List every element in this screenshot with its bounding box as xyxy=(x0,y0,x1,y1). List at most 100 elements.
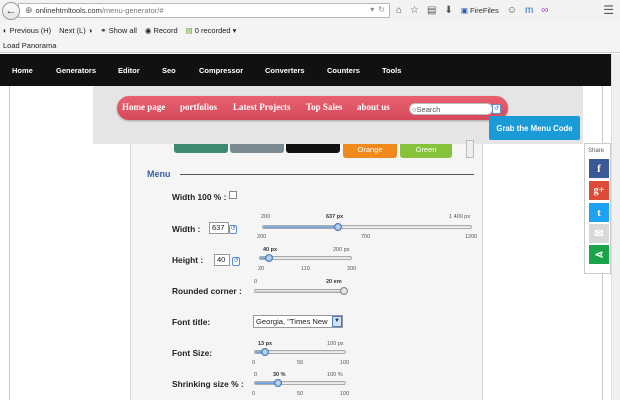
twitter-share-button[interactable]: t xyxy=(589,203,609,222)
share-label: Share xyxy=(588,148,605,154)
show-all-button[interactable]: ⚭ Show all xyxy=(100,26,137,35)
hamburger-menu-icon[interactable]: ☰ xyxy=(603,3,614,17)
list-icon: ▤ xyxy=(185,25,193,35)
previous-button[interactable]: ◐ Previous (H) xyxy=(3,26,51,35)
google-plus-share-button[interactable]: g+ xyxy=(589,181,609,200)
width-input[interactable]: 637 xyxy=(209,222,229,234)
back-arrow-icon: ← xyxy=(5,5,17,17)
url-bar[interactable]: ⊕ onlinehtmltools.com/menu-generator/# ▾… xyxy=(18,3,390,18)
section-divider xyxy=(180,174,474,175)
demo-search-button[interactable]: ↺ xyxy=(492,104,501,114)
font-size-max-label: 100 px xyxy=(327,341,344,347)
rounded-corner-slider-value: 20 em xyxy=(326,279,342,285)
nav-seo[interactable]: Seo xyxy=(162,66,176,75)
font-size-slider-handle[interactable] xyxy=(261,348,269,356)
grab-menu-code-button[interactable]: Grab the Menu Code xyxy=(489,116,580,140)
width-label: Width : xyxy=(172,224,201,234)
width-slider-track[interactable] xyxy=(262,225,472,229)
facebook-share-button[interactable]: f xyxy=(589,159,609,178)
record-button[interactable]: ◉ Record xyxy=(145,26,178,35)
nav-converters[interactable]: Converters xyxy=(265,66,305,75)
page-scrollbar[interactable] xyxy=(611,54,620,400)
addon-glasses-icon[interactable]: ∞ xyxy=(541,5,548,16)
rounded-corner-slider-track[interactable] xyxy=(254,289,346,293)
font-title-select[interactable]: Georgia, "Times New xyxy=(253,315,343,328)
shrinking-size-tick-50: 50 xyxy=(297,391,304,397)
color-swatch-grey[interactable] xyxy=(230,144,284,153)
site-navigation: Home Generators Editor Seo Compressor Co… xyxy=(0,54,611,86)
nav-counters[interactable]: Counters xyxy=(327,66,360,75)
shrinking-size-slider-track[interactable] xyxy=(254,381,346,385)
recorded-dropdown[interactable]: ▤ 0 recorded ▾ xyxy=(186,26,237,35)
bookmark-star-icon[interactable]: ☆ xyxy=(410,5,419,16)
page-border-left xyxy=(9,86,10,400)
demo-menu-latest-projects[interactable]: Latest Projects xyxy=(233,102,291,112)
height-slider-handle[interactable] xyxy=(265,254,273,262)
dropdown-arrow-icon[interactable]: ▾ xyxy=(370,5,374,14)
firefiles-button[interactable]: ▣ FireFiles xyxy=(461,6,499,15)
circle-arrow-icon: ◐ xyxy=(3,25,8,35)
globe-icon: ⊕ xyxy=(25,5,33,15)
height-apply-icon[interactable]: ↺ xyxy=(232,257,240,266)
demo-menu-portfolios[interactable]: portfolios xyxy=(180,102,217,112)
nav-compressor[interactable]: Compressor xyxy=(199,66,243,75)
browser-toolbar: ⊕ onlinehtmltools.com/menu-generator/# ▾… xyxy=(0,0,620,21)
font-title-label: Font title: xyxy=(172,317,211,327)
height-input[interactable]: 40 xyxy=(214,254,230,266)
extension-icon[interactable]: ☺ xyxy=(507,5,517,16)
settings-panel xyxy=(130,144,483,400)
url-bar-actions: ▾ ↻ xyxy=(370,5,385,14)
reload-icon[interactable]: ↻ xyxy=(378,5,385,14)
width-slider-value: 637 px xyxy=(326,214,344,220)
color-swatch-teal[interactable] xyxy=(174,144,228,153)
demo-menu-home-page[interactable]: Home page xyxy=(122,102,165,112)
height-max-label: 200 px xyxy=(333,247,350,253)
demo-search-input[interactable]: ○ Search xyxy=(409,103,493,115)
email-icon: ✉ xyxy=(594,228,604,240)
share-icon: ⋖ xyxy=(594,249,604,261)
section-title-menu: Menu xyxy=(147,169,171,179)
shrinking-size-tick-100: 100 xyxy=(340,391,350,397)
width-tick-1200: 1200 xyxy=(465,234,478,240)
download-icon[interactable]: ⬇ xyxy=(444,5,452,16)
width-100-checkbox[interactable] xyxy=(229,191,237,199)
demo-menu-top-sales[interactable]: Top Sales xyxy=(306,102,342,112)
width-min-label: 200 xyxy=(261,214,271,220)
nav-editor[interactable]: Editor xyxy=(118,66,140,75)
width-100-label: Width 100 % : xyxy=(172,192,227,202)
color-swatch-black[interactable] xyxy=(286,144,340,153)
bookmarks-bar: Load Panorama xyxy=(0,39,620,53)
font-size-label: Font Size: xyxy=(172,348,213,358)
email-share-button[interactable]: ✉ xyxy=(589,224,609,243)
height-tick-20: 20 xyxy=(258,266,265,272)
home-icon[interactable]: ⌂ xyxy=(396,5,402,16)
height-tick-110: 110 xyxy=(301,266,310,272)
color-swatch-orange[interactable]: Orange xyxy=(343,144,397,158)
nav-home[interactable]: Home xyxy=(12,66,33,75)
bookmark-load-panorama[interactable]: Load Panorama xyxy=(3,41,56,50)
font-size-tick-100: 100 xyxy=(340,360,350,366)
nav-generators[interactable]: Generators xyxy=(56,66,96,75)
swatch-scrollbar[interactable] xyxy=(466,140,474,158)
width-slider-handle[interactable] xyxy=(334,223,342,231)
more-share-button[interactable]: ⋖ xyxy=(589,245,609,264)
addon-m-icon[interactable]: m xyxy=(525,5,533,16)
width-apply-icon[interactable]: ↺ xyxy=(229,225,237,234)
height-tick-200: 200 xyxy=(347,266,357,272)
circle-arrow-icon: ◑ xyxy=(87,25,93,35)
font-size-slider-value: 13 px xyxy=(258,341,273,347)
nav-tools[interactable]: Tools xyxy=(382,66,401,75)
width-tick-200: 200 xyxy=(257,234,267,240)
shrinking-size-tick-0: 0 xyxy=(252,391,256,397)
rounded-corner-slider-fill xyxy=(255,290,345,292)
chevron-down-icon[interactable]: ▼ xyxy=(332,316,342,327)
demo-menu-about-us[interactable]: about us xyxy=(357,102,390,112)
color-swatch-green[interactable]: Green xyxy=(400,144,452,158)
rounded-corner-slider-handle[interactable] xyxy=(340,287,348,295)
next-button[interactable]: Next (L) ◑ xyxy=(59,26,92,35)
refresh-icon: ↺ xyxy=(493,106,500,112)
library-icon[interactable]: ▤ xyxy=(427,5,436,16)
shrinking-size-slider-handle[interactable] xyxy=(274,379,282,387)
back-button[interactable]: ← xyxy=(2,2,20,20)
rounded-corner-label: Rounded corner : xyxy=(172,286,242,296)
